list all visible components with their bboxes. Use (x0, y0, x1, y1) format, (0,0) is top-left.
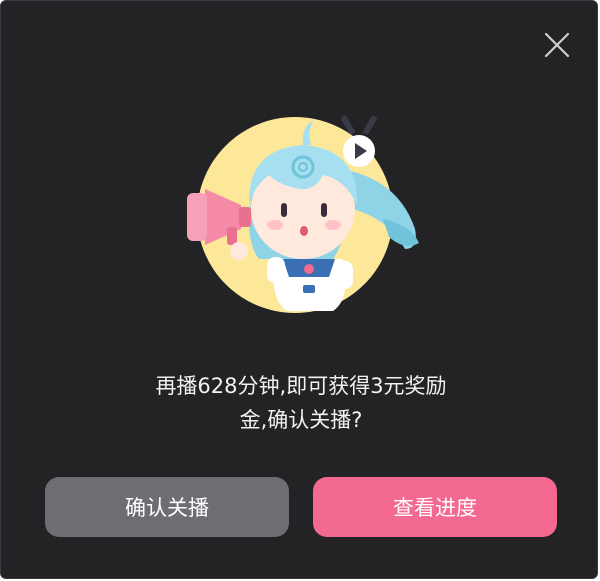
close-confirm-message: 再播628分钟,即可获得3元奖励 金,确认关播? (101, 369, 501, 437)
confirm-close-stream-button[interactable]: 确认关播 (45, 477, 289, 537)
mascot-illustration (187, 115, 419, 313)
view-progress-button[interactable]: 查看进度 (313, 477, 557, 537)
message-line-2: 金,确认关播? (239, 408, 363, 432)
message-line-1: 再播628分钟,即可获得3元奖励 (155, 374, 447, 398)
close-stream-dialog: 再播628分钟,即可获得3元奖励 金,确认关播? 确认关播 查看进度 (0, 0, 598, 579)
close-button[interactable] (541, 29, 573, 61)
close-icon (544, 32, 570, 58)
